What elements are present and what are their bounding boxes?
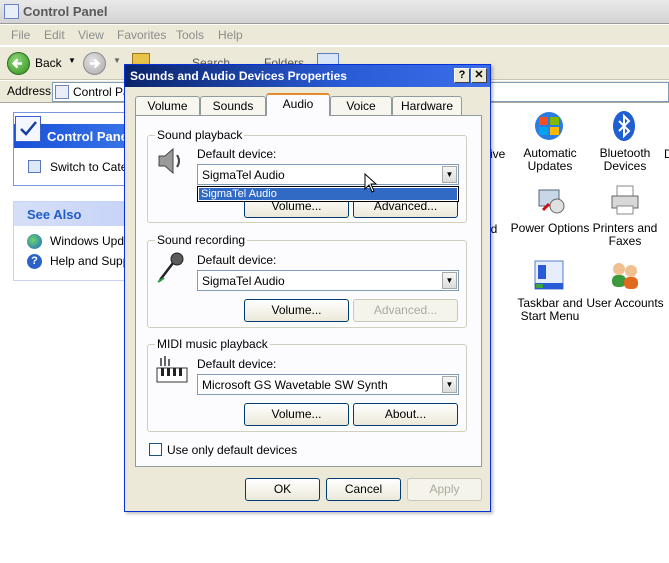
microphone-icon	[155, 250, 187, 284]
window-titlebar: Control Panel	[0, 0, 669, 24]
menu-tools[interactable]: Tools	[176, 28, 204, 42]
recording-device-select[interactable]: SigmaTel Audio ▼	[197, 270, 459, 291]
dialog-title: Sounds and Audio Devices Properties	[130, 69, 347, 83]
help-button[interactable]: ?	[454, 68, 470, 83]
menu-bar: File Edit View Favorites Tools Help	[0, 25, 669, 46]
midi-keyboard-icon	[155, 354, 189, 386]
use-default-devices-label[interactable]: Use only default devices	[167, 443, 297, 457]
apply-button[interactable]: Apply	[407, 478, 482, 501]
menu-edit[interactable]: Edit	[44, 28, 65, 42]
menu-view[interactable]: View	[78, 28, 104, 42]
playback-device-select[interactable]: SigmaTel Audio ▼	[197, 164, 459, 185]
midi-volume-button[interactable]: Volume...	[244, 403, 349, 426]
ok-button[interactable]: OK	[245, 478, 320, 501]
help-icon: ?	[27, 254, 42, 269]
back-arrow-icon[interactable]	[7, 52, 30, 75]
recording-volume-button[interactable]: Volume...	[244, 299, 349, 322]
chevron-down-icon[interactable]: ▼	[442, 376, 457, 393]
tab-hardware[interactable]: Hardware	[392, 96, 462, 115]
chevron-down-icon[interactable]: ▼	[442, 166, 457, 183]
cancel-button[interactable]: Cancel	[326, 478, 401, 501]
midi-about-button[interactable]: About...	[353, 403, 458, 426]
playback-dropdown-option[interactable]: SigmaTel Audio	[199, 188, 457, 200]
dialog-titlebar[interactable]: Sounds and Audio Devices Properties ? ✕	[125, 65, 490, 87]
mouse-cursor-icon	[364, 172, 378, 193]
switch-view-icon	[28, 160, 41, 173]
see-also-header: See Also	[14, 202, 137, 226]
back-button-label[interactable]: Back	[35, 56, 62, 70]
control-panel-icon	[4, 4, 19, 19]
address-label: Address	[7, 84, 52, 98]
recording-advanced-button[interactable]: Advanced...	[353, 299, 458, 322]
recording-device-value: SigmaTel Audio	[202, 274, 285, 288]
playback-device-label: Default device:	[197, 147, 277, 161]
user-accounts-icon[interactable]	[608, 259, 642, 291]
speaker-icon	[155, 145, 187, 177]
sound-recording-title: Sound recording	[155, 233, 248, 247]
tab-sounds[interactable]: Sounds	[200, 96, 266, 115]
playback-dropdown-list: SigmaTel Audio	[197, 186, 459, 202]
power-options-icon[interactable]	[535, 184, 567, 216]
midi-device-select[interactable]: Microsoft GS Wavetable SW Synth ▼	[197, 374, 459, 395]
control-panel-icon	[55, 85, 69, 99]
bluetooth-icon[interactable]	[610, 110, 638, 142]
taskbar-start-menu-label[interactable]: Taskbar and Start Menu	[510, 297, 590, 323]
sounds-audio-dialog: Sounds and Audio Devices Properties ? ✕ …	[124, 64, 491, 512]
printer-icon[interactable]	[609, 184, 641, 216]
midi-device-label: Default device:	[197, 357, 277, 371]
automatic-updates-label[interactable]: Automatic Updates	[510, 147, 590, 173]
control-panel-header-icon	[15, 116, 41, 142]
windows-update-icon	[27, 234, 42, 249]
midi-device-value: Microsoft GS Wavetable SW Synth	[202, 378, 388, 392]
playback-device-value: SigmaTel Audio	[202, 168, 285, 182]
taskbar-icon[interactable]	[533, 259, 565, 291]
menu-favorites[interactable]: Favorites	[117, 28, 166, 42]
tab-audio[interactable]: Audio	[266, 93, 330, 116]
close-button[interactable]: ✕	[471, 68, 487, 83]
menu-file[interactable]: File	[11, 28, 30, 42]
midi-playback-title: MIDI music playback	[155, 337, 270, 351]
control-panel-header-label: Control Panel	[47, 129, 132, 144]
tab-voice[interactable]: Voice	[330, 96, 392, 115]
tab-volume[interactable]: Volume	[135, 96, 200, 115]
printers-faxes-label[interactable]: Printers and Faxes	[585, 222, 665, 248]
see-also-label: See Also	[27, 207, 82, 222]
user-accounts-label[interactable]: User Accounts	[585, 297, 665, 310]
forward-arrow-icon[interactable]	[83, 52, 106, 75]
back-dropdown-icon[interactable]: ▼	[68, 56, 76, 65]
menu-help[interactable]: Help	[218, 28, 243, 42]
power-options-label[interactable]: Power Options	[510, 222, 590, 235]
bluetooth-devices-label[interactable]: Bluetooth Devices	[585, 147, 665, 173]
sound-playback-title: Sound playback	[155, 128, 245, 142]
recording-device-label: Default device:	[197, 253, 277, 267]
automatic-updates-icon[interactable]	[533, 110, 565, 142]
window-title: Control Panel	[23, 4, 108, 19]
chevron-down-icon[interactable]: ▼	[442, 272, 457, 289]
forward-dropdown-icon[interactable]: ▼	[113, 56, 121, 65]
use-default-devices-checkbox[interactable]	[149, 443, 162, 456]
